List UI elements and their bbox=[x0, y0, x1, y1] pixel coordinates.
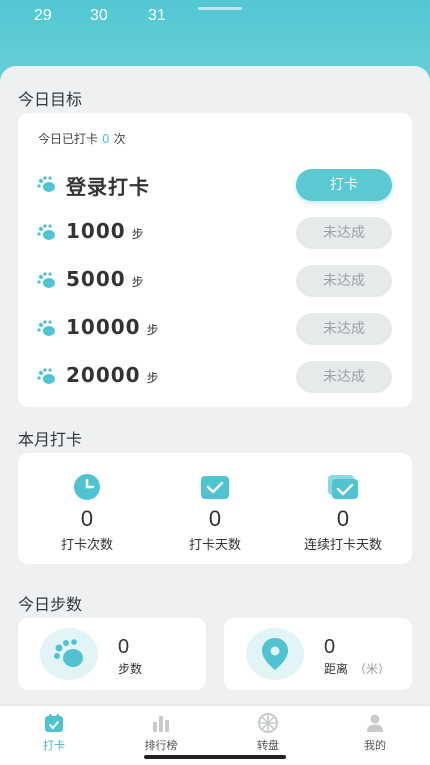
section-title-month-checkin: 本月打卡 bbox=[18, 430, 83, 449]
stat-checkin-times: 0 打卡次数 bbox=[22, 473, 152, 553]
goal-label: 1000 步 bbox=[66, 219, 145, 243]
goal-label: 20000 步 bbox=[66, 363, 160, 387]
today-goal-card: 今日已打卡 0 次 登录打卡 打卡 1000 步 未达成 5000 步 未达成 … bbox=[18, 113, 412, 407]
not-achieved-button[interactable]: 未达成 bbox=[296, 361, 392, 393]
calendar-strip: 29 30 31 bbox=[0, 7, 430, 27]
goal-row-1000: 1000 步 未达成 bbox=[18, 213, 412, 253]
tab-leaderboard[interactable]: 排行榜 bbox=[126, 712, 196, 753]
checkin-prefix: 今日已打卡 bbox=[38, 132, 99, 146]
steps-card: 0 步数 bbox=[18, 618, 206, 690]
not-achieved-button[interactable]: 未达成 bbox=[296, 217, 392, 249]
distance-card: 0 距离 （米） bbox=[224, 618, 412, 690]
distance-icon-circle bbox=[246, 628, 304, 680]
not-achieved-button[interactable]: 未达成 bbox=[296, 265, 392, 297]
tab-label: 排行榜 bbox=[144, 739, 178, 752]
calendar-day[interactable]: 29 bbox=[34, 7, 52, 25]
home-indicator bbox=[144, 755, 286, 759]
checkin-count-value: 0 bbox=[102, 132, 110, 146]
tab-wheel[interactable]: 转盘 bbox=[233, 712, 303, 753]
calendar-day[interactable]: 31 bbox=[148, 7, 166, 25]
footprint-icon bbox=[37, 368, 55, 384]
stat-value: 0 bbox=[336, 506, 350, 531]
user-icon bbox=[367, 714, 383, 732]
goal-label: 5000 步 bbox=[66, 267, 145, 291]
checkin-count: 今日已打卡 0 次 bbox=[38, 130, 126, 147]
goal-row-10000: 10000 步 未达成 bbox=[18, 309, 412, 349]
stat-label: 打卡次数 bbox=[60, 538, 113, 553]
section-title-today-steps: 今日步数 bbox=[18, 595, 83, 614]
tab-profile[interactable]: 我的 bbox=[340, 712, 410, 753]
steps-icon-circle bbox=[40, 628, 98, 680]
distance-value: 0 bbox=[324, 636, 336, 658]
calendar-icon bbox=[45, 714, 63, 732]
goal-row-20000: 20000 步 未达成 bbox=[18, 357, 412, 397]
distance-label: 距离 （米） bbox=[324, 662, 391, 676]
bar-chart-icon bbox=[153, 716, 169, 732]
footprint-icon bbox=[37, 320, 55, 336]
wheel-icon bbox=[258, 713, 278, 733]
section-title-today-goal: 今日目标 bbox=[18, 90, 83, 109]
month-checkin-card: 0 打卡次数 0 打卡天数 0 连续打卡天数 bbox=[18, 453, 412, 564]
tab-label: 转盘 bbox=[257, 739, 279, 752]
steps-label: 步数 bbox=[118, 662, 143, 676]
location-pin-icon bbox=[262, 638, 288, 670]
tab-label: 我的 bbox=[364, 739, 386, 752]
tab-label: 打卡 bbox=[43, 739, 65, 752]
footprint-icon bbox=[54, 639, 83, 667]
stat-value: 0 bbox=[208, 506, 222, 531]
goal-label: 登录打卡 bbox=[66, 175, 150, 199]
footprint-icon bbox=[37, 272, 55, 288]
tab-checkin[interactable]: 打卡 bbox=[19, 712, 89, 753]
checkin-suffix: 次 bbox=[113, 132, 126, 146]
goal-row-5000: 5000 步 未达成 bbox=[18, 261, 412, 301]
stat-label: 打卡天数 bbox=[188, 538, 241, 553]
footprint-icon bbox=[37, 176, 55, 192]
calendar-selection-bar bbox=[198, 7, 242, 10]
calendar-check-icon bbox=[201, 476, 229, 499]
stat-value: 0 bbox=[80, 506, 94, 531]
calendar-day[interactable]: 30 bbox=[90, 7, 108, 25]
not-achieved-button[interactable]: 未达成 bbox=[296, 313, 392, 345]
stat-consecutive-days: 0 连续打卡天数 bbox=[278, 473, 408, 553]
clock-icon bbox=[74, 474, 100, 500]
stat-label: 连续打卡天数 bbox=[303, 538, 382, 553]
checkin-button[interactable]: 打卡 bbox=[296, 169, 392, 201]
chat-check-icon bbox=[328, 475, 358, 499]
goal-row-login: 登录打卡 打卡 bbox=[18, 165, 412, 205]
stat-checkin-days: 0 打卡天数 bbox=[150, 473, 280, 553]
footprint-icon bbox=[37, 224, 55, 240]
steps-value: 0 bbox=[118, 636, 130, 658]
goal-label: 10000 步 bbox=[66, 315, 160, 339]
